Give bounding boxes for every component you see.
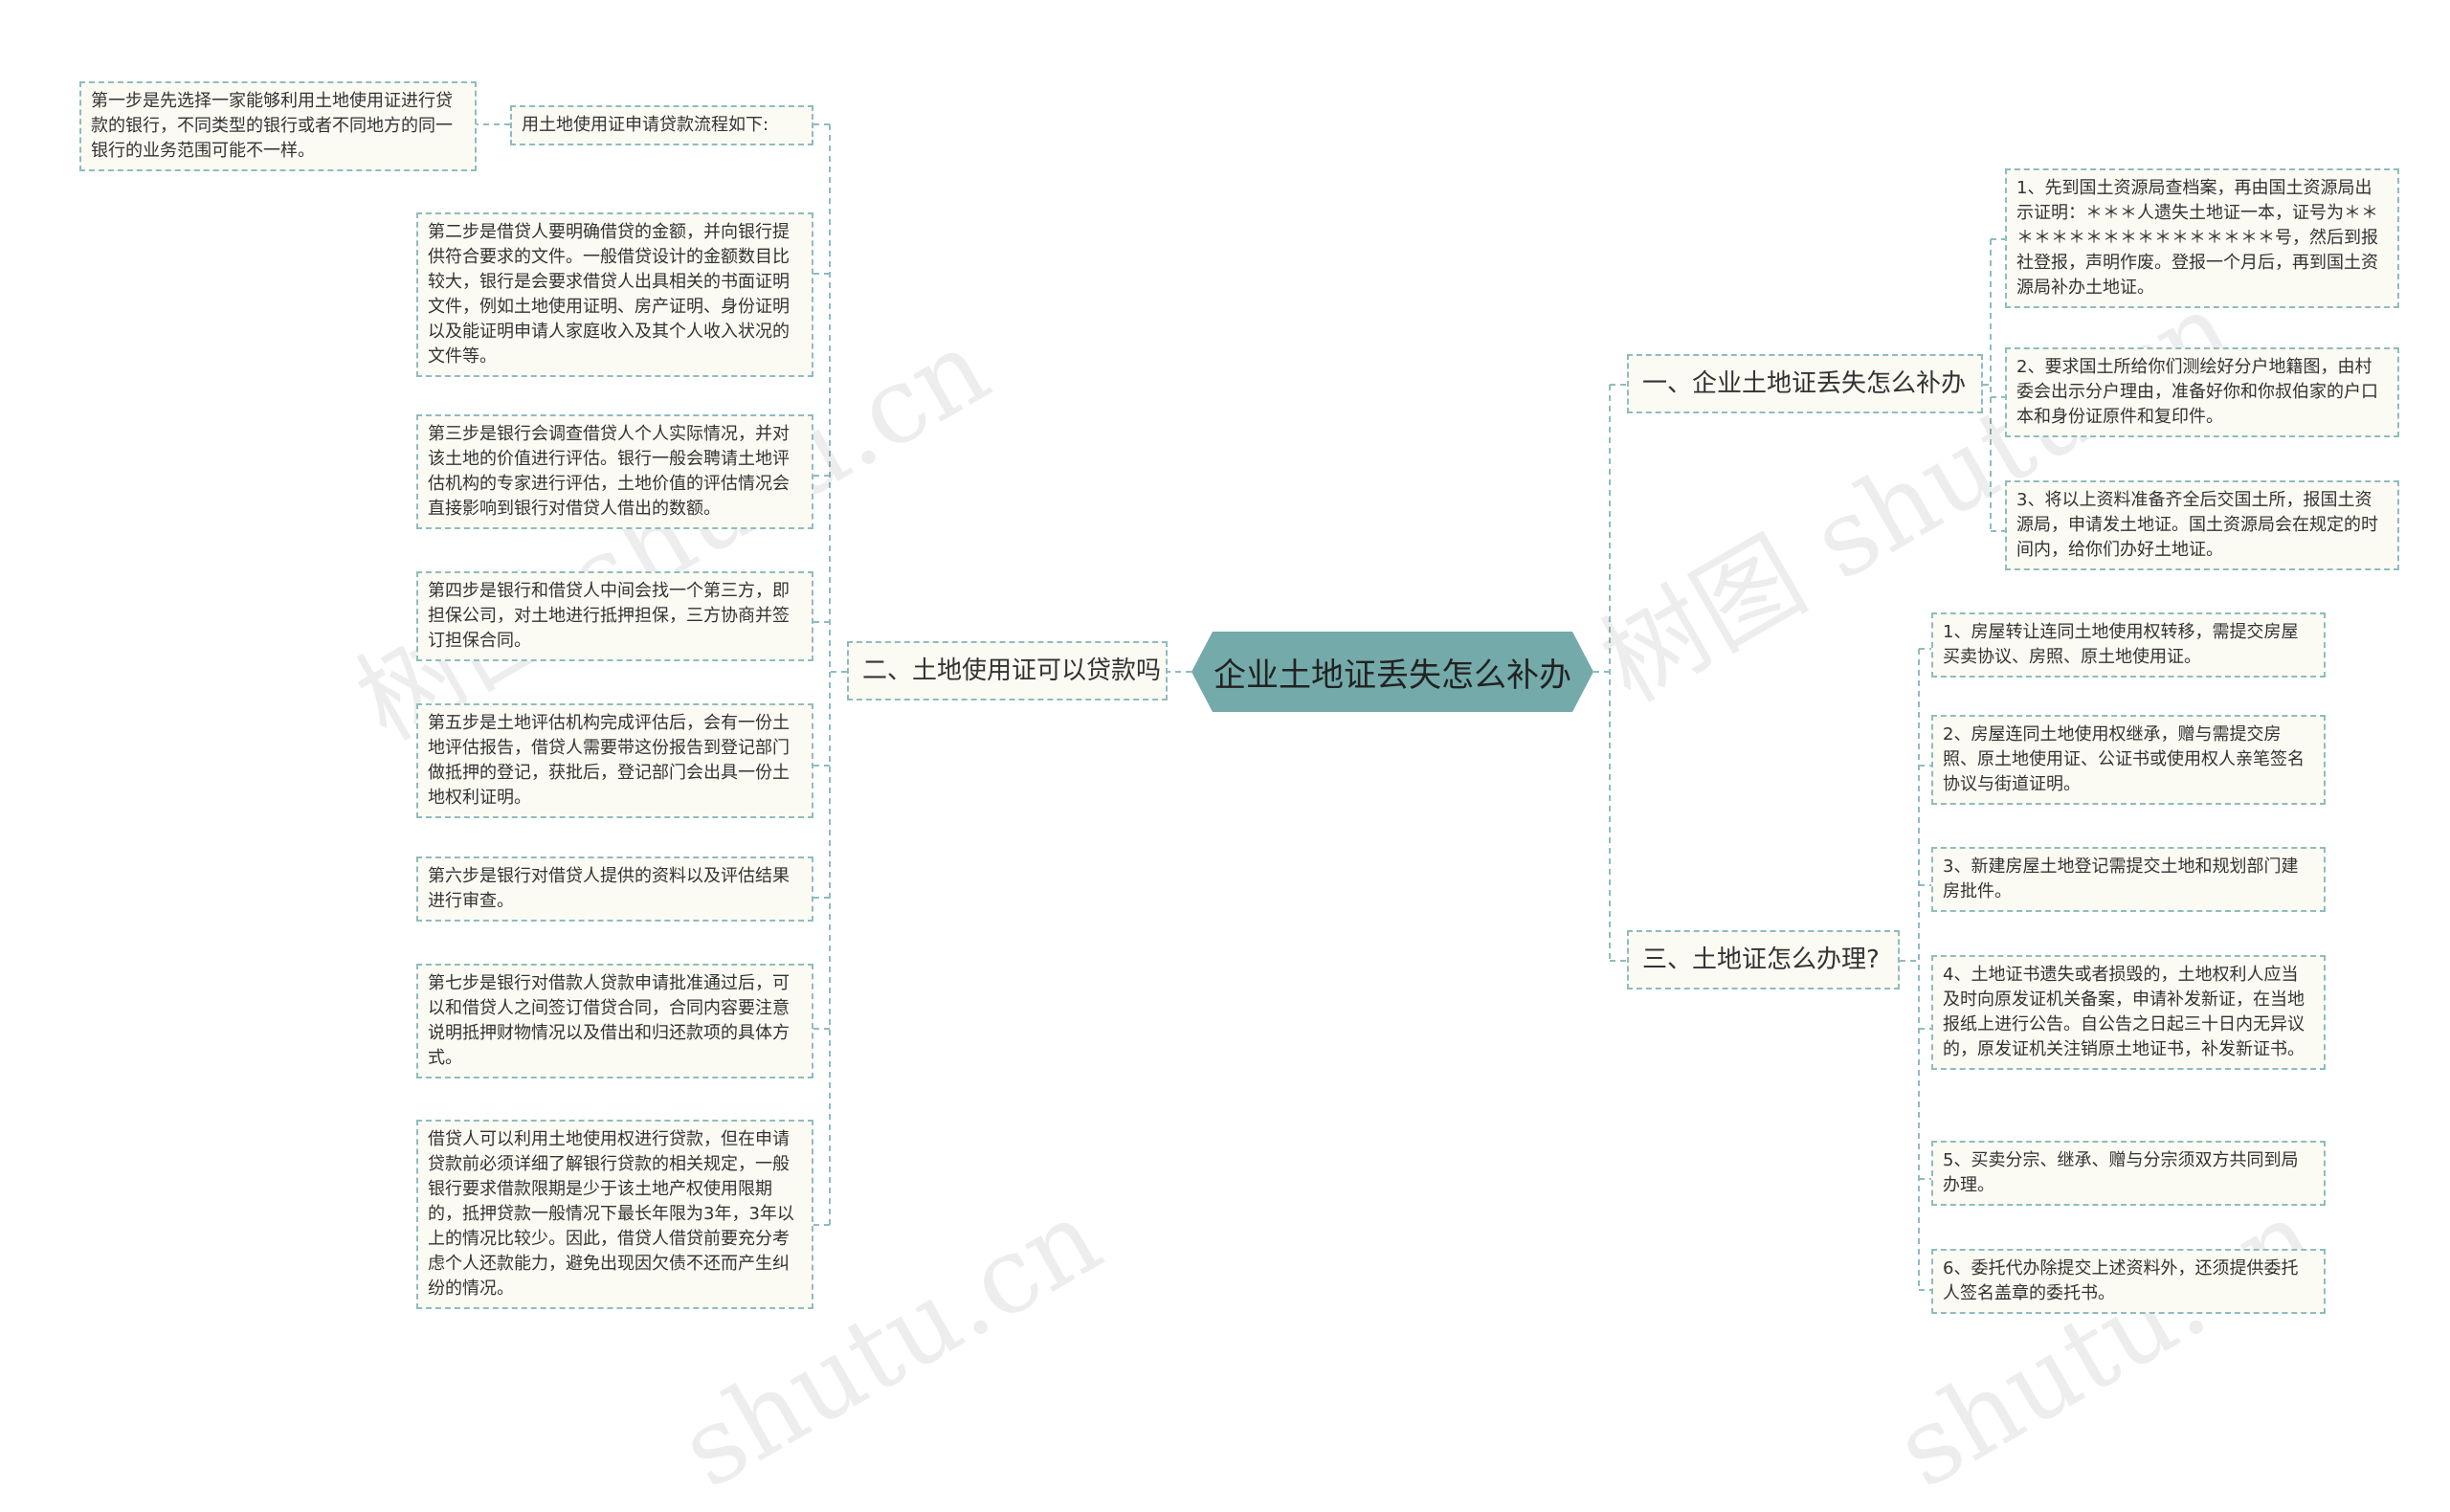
leaf-b3-1[interactable]: 1、房屋转让连同土地使用权转移，需提交房屋买卖协议、房照、原土地使用证。 [1931,612,2326,678]
leaf-b3-4[interactable]: 4、土地证书遗失或者损毁的，土地权利人应当及时向原发证机关备案，申请补发新证，在… [1931,955,2326,1070]
leaf-intro[interactable]: 用土地使用证申请贷款流程如下: [510,105,813,145]
root-node[interactable]: 企业土地证丢失怎么补办 [1192,632,1593,712]
leaf-step1[interactable]: 第一步是先选择一家能够利用土地使用证进行贷款的银行，不同类型的银行或者不同地方的… [79,81,477,171]
leaf-step3[interactable]: 第三步是银行会调查借贷人个人实际情况，并对该土地的价值进行评估。银行一般会聘请土… [416,414,813,529]
leaf-b3-2[interactable]: 2、房屋连同土地使用权继承，赠与需提交房照、原土地使用证、公证书或使用权人亲笔签… [1931,715,2326,805]
leaf-step6[interactable]: 第六步是银行对借贷人提供的资料以及评估结果进行审查。 [416,856,813,922]
leaf-step2[interactable]: 第二步是借贷人要明确借贷的金额，并向银行提供符合要求的文件。一般借贷设计的金额数… [416,212,813,377]
leaf-b1-2[interactable]: 2、要求国土所给你们测绘好分户地籍图，由村委会出示分户理由，准备好你和你叔伯家的… [2005,347,2399,437]
branch-node-1[interactable]: 一、企业土地证丢失怎么补办 [1627,354,1983,413]
leaf-note[interactable]: 借贷人可以利用土地使用权进行贷款，但在申请贷款前必须详细了解银行贷款的相关规定，… [416,1120,813,1309]
branch-node-3[interactable]: 三、土地证怎么办理? [1627,930,1900,989]
leaf-b1-3[interactable]: 3、将以上资料准备齐全后交国土所，报国土资源局，申请发土地证。国土资源局会在规定… [2005,480,2399,570]
branch-node-2[interactable]: 二、土地使用证可以贷款吗 [847,641,1168,700]
leaf-b3-3[interactable]: 3、新建房屋土地登记需提交土地和规划部门建房批件。 [1931,847,2326,912]
root-label: 企业土地证丢失怎么补办 [1214,656,1571,695]
leaf-b1-1[interactable]: 1、先到国土资源局查档案，再由国土资源局出示证明：＊＊＊人遗失土地证一本，证号为… [2005,168,2399,308]
leaf-step4[interactable]: 第四步是银行和借贷人中间会找一个第三方，即担保公司，对土地进行抵押担保，三方协商… [416,571,813,661]
leaf-step7[interactable]: 第七步是银行对借款人贷款申请批准通过后，可以和借贷人之间签订借贷合同，合同内容要… [416,964,813,1078]
leaf-step5[interactable]: 第五步是土地评估机构完成评估后，会有一份土地评估报告，借贷人需要带这份报告到登记… [416,703,813,818]
leaf-b3-5[interactable]: 5、买卖分宗、继承、赠与分宗须双方共同到局办理。 [1931,1141,2326,1206]
leaf-b3-6[interactable]: 6、委托代办除提交上述资料外，还须提供委托人签名盖章的委托书。 [1931,1249,2326,1314]
